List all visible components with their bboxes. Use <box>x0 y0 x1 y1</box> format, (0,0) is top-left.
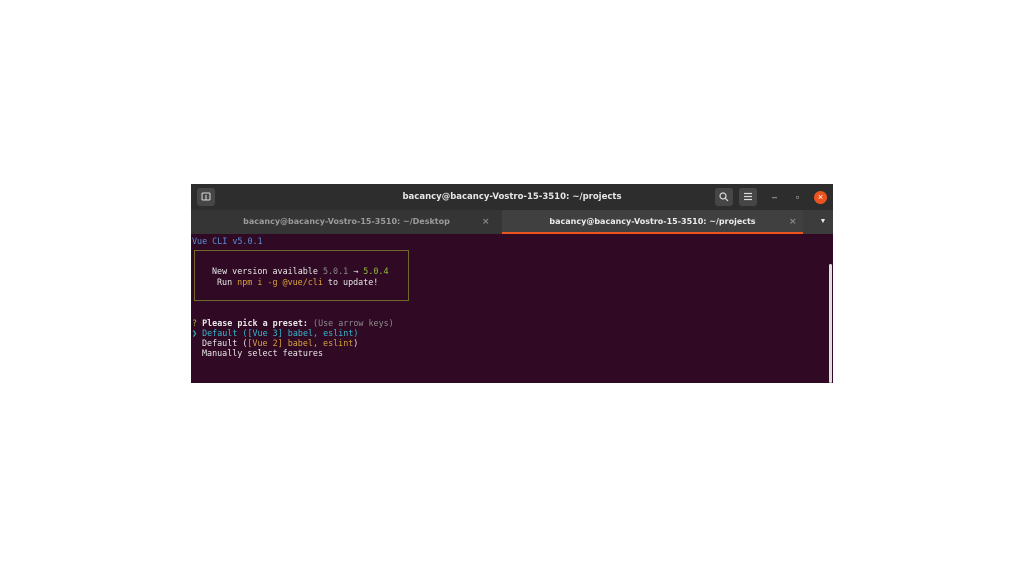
new-version: 5.0.4 <box>363 266 389 276</box>
terminal-window: bacancy@bacancy-Vostro-15-3510: ~/projec… <box>191 184 833 383</box>
update-line-2: Run npm i -g @vue/cli to update! <box>217 277 378 287</box>
option-detail-close: ) <box>353 338 359 348</box>
search-icon <box>719 192 729 202</box>
tab-desktop[interactable]: bacancy@bacancy-Vostro-15-3510: ~/Deskto… <box>191 210 502 234</box>
prompt-hint: (Use arrow keys) <box>307 318 394 328</box>
search-button[interactable] <box>715 188 733 206</box>
option-name: Default <box>202 328 238 338</box>
update-suffix: to update! <box>322 277 379 287</box>
preset-option-manual[interactable]: Manually select features <box>202 348 323 358</box>
tabs-dropdown-button[interactable]: ▼ <box>813 210 833 234</box>
minimize-button[interactable]: – <box>768 191 781 204</box>
tab-bar: bacancy@bacancy-Vostro-15-3510: ~/Deskto… <box>191 210 833 234</box>
menu-button[interactable] <box>739 188 757 206</box>
hamburger-menu-icon <box>744 192 752 201</box>
vue-cli-version: Vue CLI v5.0.1 <box>192 236 263 246</box>
update-command: npm i -g @vue/cli <box>237 277 323 287</box>
title-bar: bacancy@bacancy-Vostro-15-3510: ~/projec… <box>191 184 833 210</box>
scrollbar-thumb[interactable] <box>829 264 832 383</box>
preset-prompt: ? Please pick a preset: (Use arrow keys) <box>192 318 394 328</box>
option-detail: ([Vue 3] babel, eslint) <box>237 328 359 338</box>
arrow: → <box>348 266 364 276</box>
update-line-1: New version available 5.0.1 → 5.0.4 <box>212 266 389 276</box>
tab-projects[interactable]: bacancy@bacancy-Vostro-15-3510: ~/projec… <box>502 210 803 234</box>
old-version: 5.0.1 <box>322 266 349 276</box>
maximize-button[interactable]: ▫ <box>791 191 804 204</box>
preset-option-vue3[interactable]: ❯ Default ([Vue 3] babel, eslint) <box>192 328 358 338</box>
tab-close-icon[interactable]: × <box>789 210 797 234</box>
option-detail: [Vue 2] babel, eslint <box>247 338 354 348</box>
update-text: New version available <box>212 266 323 276</box>
tab-label: bacancy@bacancy-Vostro-15-3510: ~/Deskto… <box>243 217 450 226</box>
close-button[interactable]: × <box>814 191 827 204</box>
chevron-down-icon: ▼ <box>819 218 827 225</box>
option-name: Default <box>202 338 238 348</box>
selection-pointer-icon: ❯ <box>192 328 198 338</box>
prompt-marker: ? <box>192 318 198 328</box>
preset-option-vue2[interactable]: Default ([Vue 2] babel, eslint) <box>202 338 358 348</box>
scrollbar[interactable] <box>827 234 833 383</box>
option-detail-open: ( <box>237 338 248 348</box>
run-text: Run <box>217 277 238 287</box>
tab-close-icon[interactable]: × <box>482 210 490 234</box>
window-title: bacancy@bacancy-Vostro-15-3510: ~/projec… <box>402 192 622 202</box>
prompt-question: Please pick a preset: <box>202 318 308 328</box>
tab-label: bacancy@bacancy-Vostro-15-3510: ~/projec… <box>549 217 756 226</box>
terminal-output[interactable]: Vue CLI v5.0.1 New version available 5.0… <box>191 234 827 383</box>
